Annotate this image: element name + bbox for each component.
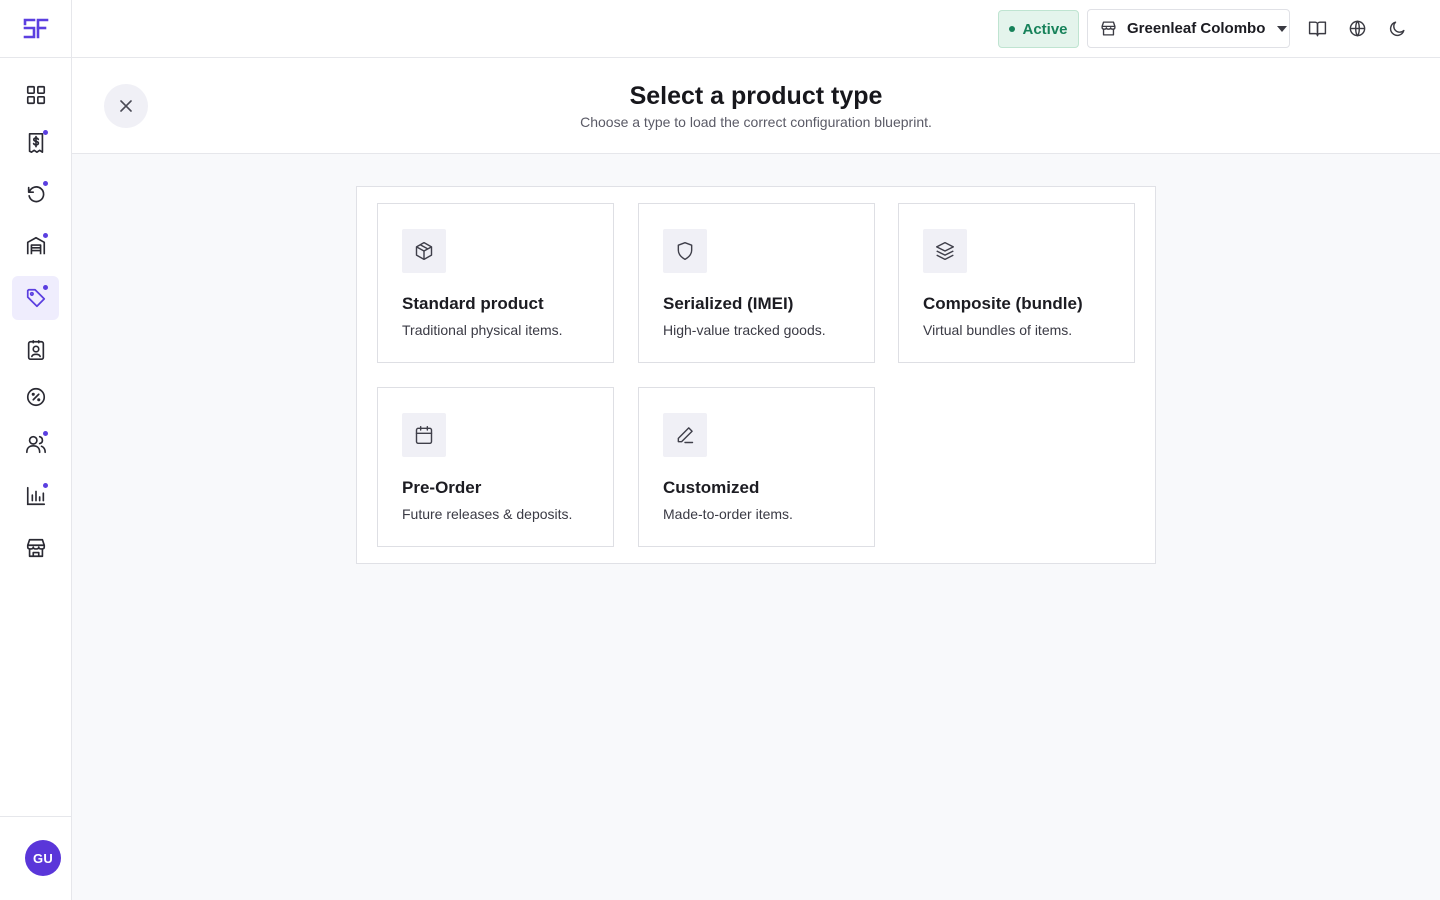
store-name: Greenleaf Colombo (1127, 20, 1266, 37)
shield-icon (677, 241, 693, 261)
pen-icon (677, 427, 694, 444)
language-button[interactable] (1344, 15, 1370, 41)
store-icon (1101, 21, 1116, 36)
product-type-card-customized[interactable]: Customized Made-to-order items. (638, 387, 875, 547)
icon-container (663, 229, 707, 273)
card-title: Pre-Order (402, 478, 482, 497)
notification-dot (43, 483, 48, 488)
card-description: Virtual bundles of items. (923, 322, 1073, 338)
product-type-card-composite[interactable]: Composite (bundle) Virtual bundles of it… (898, 203, 1135, 363)
icon-container (923, 229, 967, 273)
notification-dot (43, 431, 48, 436)
product-type-card-standard[interactable]: Standard product Traditional physical it… (377, 203, 614, 363)
store-icon (26, 538, 45, 558)
docs-button[interactable] (1304, 15, 1330, 41)
sidebar-item-customers[interactable] (12, 422, 59, 466)
warehouse-icon (26, 236, 45, 255)
icon-container (402, 413, 446, 457)
card-title: Composite (bundle) (923, 294, 1083, 313)
receipt-dollar-icon (28, 133, 43, 153)
sidebar-item-sales[interactable] (12, 121, 59, 165)
notification-dot (43, 233, 48, 238)
layers-icon (935, 241, 955, 261)
tag-icon (26, 288, 45, 308)
notification-dot (43, 285, 48, 290)
sidebar-item-reports[interactable] (12, 474, 59, 518)
globe-icon (1349, 19, 1365, 37)
notification-dot (43, 130, 48, 135)
percent-badge-icon (26, 387, 45, 407)
card-description: Traditional physical items. (402, 322, 563, 338)
caret-down-icon (1277, 25, 1288, 32)
card-title: Customized (663, 478, 760, 497)
card-description: Made-to-order items. (663, 506, 793, 522)
box-icon (415, 241, 433, 261)
card-description: Future releases & deposits. (402, 506, 573, 522)
product-type-panel: Standard product Traditional physical it… (356, 186, 1156, 564)
theme-toggle[interactable] (1384, 15, 1410, 41)
sidebar-item-stores[interactable] (12, 526, 59, 570)
status-badge: Active (998, 10, 1079, 48)
notification-dot (43, 181, 48, 186)
sidebar-item-products[interactable] (12, 276, 59, 320)
grid-icon (26, 85, 45, 105)
app-logo[interactable] (0, 0, 71, 58)
book-icon (1308, 20, 1326, 36)
users-icon (25, 435, 46, 454)
sidebar-item-inventory[interactable] (12, 224, 59, 268)
product-type-card-preorder[interactable]: Pre-Order Future releases & deposits. (377, 387, 614, 547)
status-dot-icon (1009, 26, 1016, 32)
contact-card-icon (27, 340, 44, 360)
refresh-icon (27, 186, 44, 203)
sidebar-item-dashboard[interactable] (12, 73, 59, 117)
page-title: Select a product type (629, 82, 883, 110)
calendar-icon (415, 425, 433, 445)
sidebar-item-contacts[interactable] (12, 328, 59, 372)
top-header: Active Greenleaf Colombo (72, 0, 1440, 58)
product-type-card-serialized[interactable]: Serialized (IMEI) High-value tracked goo… (638, 203, 875, 363)
icon-container (663, 413, 707, 457)
sf-logo-icon (23, 18, 48, 38)
sidebar: GU (0, 0, 72, 900)
card-title: Standard product (402, 294, 544, 313)
page-subtitle: Choose a type to load the correct config… (580, 114, 932, 130)
icon-container (402, 229, 446, 273)
status-label: Active (1022, 20, 1068, 38)
avatar[interactable]: GU (25, 840, 61, 876)
sidebar-item-discounts[interactable] (12, 375, 59, 419)
bar-chart-icon (26, 486, 45, 506)
moon-icon (1389, 20, 1405, 36)
sidebar-footer: GU (0, 816, 71, 900)
card-description: High-value tracked goods. (663, 322, 826, 338)
card-title: Serialized (IMEI) (663, 294, 794, 313)
page-header: Select a product type Choose a type to l… (72, 58, 1440, 154)
store-selector[interactable]: Greenleaf Colombo (1087, 9, 1290, 48)
sidebar-item-returns[interactable] (12, 172, 59, 216)
